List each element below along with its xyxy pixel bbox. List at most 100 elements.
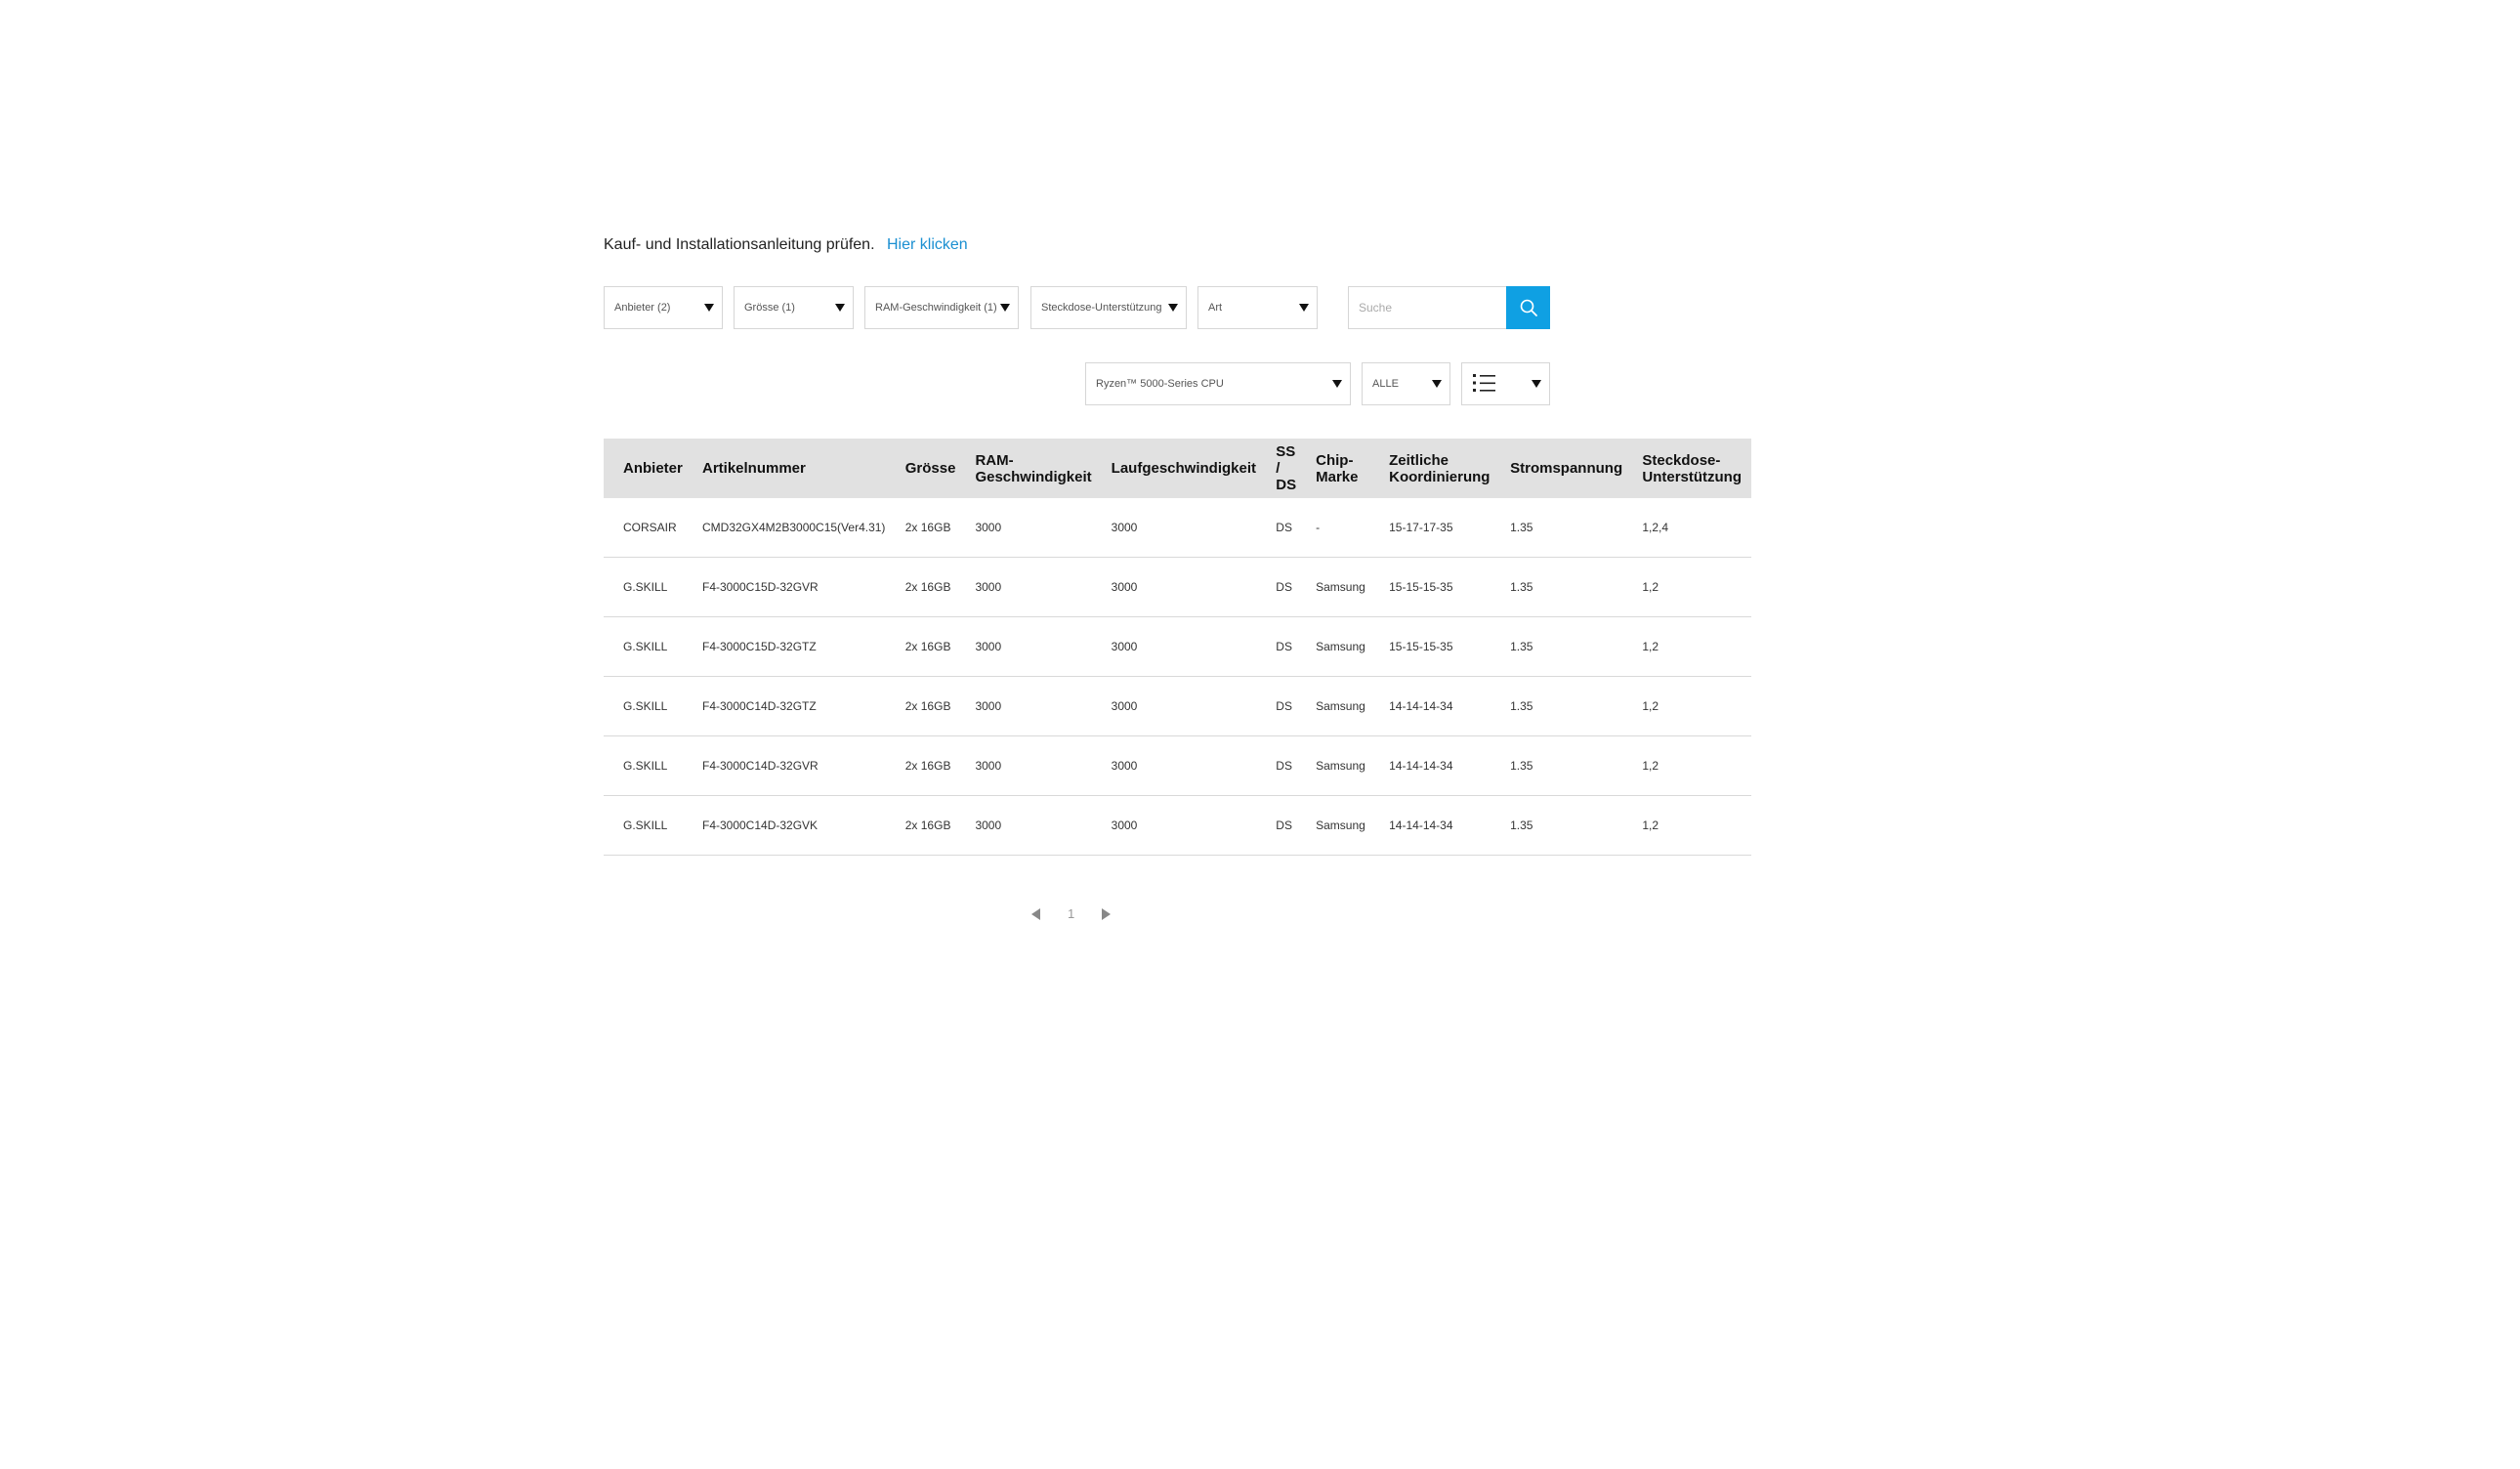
col-ss-ds: SS / DS <box>1276 443 1297 493</box>
scope-label: ALLE <box>1372 378 1399 390</box>
cell-socket-support: 1,2 <box>1632 735 1751 796</box>
table-row: CORSAIR CMD32GX4M2B3000C15(Ver4.31) 2x 16G… <box>604 498 1751 558</box>
pagination: 1 <box>1031 906 1112 921</box>
search-icon <box>1520 299 1537 316</box>
scope-dropdown[interactable]: ALLE <box>1362 362 1450 405</box>
page-number[interactable]: 1 <box>1068 906 1074 921</box>
col-timing: Zeitliche Koordinierung <box>1389 451 1491 485</box>
cell-run-speed: 3000 <box>1101 795 1267 856</box>
cell-size: 2x 16GB <box>895 676 966 736</box>
next-page-icon[interactable] <box>1102 907 1112 920</box>
chevron-down-icon <box>704 304 714 312</box>
cell-ss-ds: DS <box>1266 735 1307 796</box>
cpu-platform-label: Ryzen™ 5000-Series CPU <box>1096 378 1224 390</box>
cell-part-number: F4-3000C14D-32GVK <box>692 795 896 856</box>
cell-timing: 14-14-14-34 <box>1379 795 1501 856</box>
cell-voltage: 1.35 <box>1500 616 1633 677</box>
cell-ss-ds: DS <box>1266 616 1307 677</box>
cell-chip-brand: Samsung <box>1306 616 1380 677</box>
cell-chip-brand: Samsung <box>1306 676 1380 736</box>
chevron-down-icon <box>1432 380 1442 388</box>
chevron-down-icon <box>835 304 845 312</box>
size-filter-dropdown[interactable]: Grösse (1) <box>734 286 854 329</box>
col-run-speed: Laufgeschwindigkeit <box>1111 460 1257 477</box>
ram-speed-filter-dropdown[interactable]: RAM-Geschwindigkeit (1) <box>864 286 1019 329</box>
table-row: G.SKILL F4-3000C15D-32GTZ 2x 16GB 3000 3000 D… <box>604 616 1751 677</box>
list-icon <box>1472 372 1532 397</box>
cpu-platform-dropdown[interactable]: Ryzen™ 5000-Series CPU <box>1085 362 1351 405</box>
cell-ss-ds: DS <box>1266 557 1307 617</box>
cell-vendor: CORSAIR <box>604 498 693 558</box>
cell-ram-speed: 3000 <box>965 616 1102 677</box>
cell-run-speed: 3000 <box>1101 498 1267 558</box>
cell-ss-ds: DS <box>1266 498 1307 558</box>
cell-timing: 15-15-15-35 <box>1379 557 1501 617</box>
chevron-down-icon <box>1000 304 1010 312</box>
type-filter-label: Art <box>1208 302 1223 314</box>
cell-chip-brand: - <box>1306 498 1380 558</box>
chevron-down-icon <box>1332 380 1342 388</box>
cell-timing: 15-15-15-35 <box>1379 616 1501 677</box>
cell-size: 2x 16GB <box>895 557 966 617</box>
cell-ss-ds: DS <box>1266 676 1307 736</box>
cell-voltage: 1.35 <box>1500 676 1633 736</box>
cell-voltage: 1.35 <box>1500 498 1633 558</box>
cell-socket-support: 1,2 <box>1632 557 1751 617</box>
cell-socket-support: 1,2 <box>1632 616 1751 677</box>
cell-vendor: G.SKILL <box>604 676 693 736</box>
compatibility-table: Anbieter Artikelnummer Grösse RAM-Geschw… <box>604 439 1751 856</box>
cell-size: 2x 16GB <box>895 498 966 558</box>
cell-part-number: CMD32GX4M2B3000C15(Ver4.31) <box>692 498 896 558</box>
cell-voltage: 1.35 <box>1500 735 1633 796</box>
cell-part-number: F4-3000C14D-32GVR <box>692 735 896 796</box>
cell-chip-brand: Samsung <box>1306 557 1380 617</box>
cell-voltage: 1.35 <box>1500 557 1633 617</box>
col-part-number: Artikelnummer <box>701 460 806 477</box>
cell-run-speed: 3000 <box>1101 616 1267 677</box>
ram-speed-filter-label: RAM-Geschwindigkeit (1) <box>875 302 997 314</box>
col-size: Grösse <box>904 460 956 477</box>
cell-ram-speed: 3000 <box>965 795 1102 856</box>
cell-timing: 14-14-14-34 <box>1379 735 1501 796</box>
vendor-filter-label: Anbieter (2) <box>614 302 671 314</box>
table-row: G.SKILL F4-3000C14D-32GTZ 2x 16GB 3000 3000 D… <box>604 676 1751 736</box>
search-button[interactable] <box>1506 286 1550 329</box>
cell-socket-support: 1,2 <box>1632 676 1751 736</box>
cell-vendor: G.SKILL <box>604 616 693 677</box>
socket-filter-dropdown[interactable]: Steckdose-Unterstützung <box>1030 286 1187 329</box>
col-voltage: Stromspannung <box>1510 460 1623 477</box>
cell-ram-speed: 3000 <box>965 676 1102 736</box>
guide-link[interactable]: Hier klicken <box>887 236 968 253</box>
guide-line: Kauf- und Installationsanleitung prüfen.… <box>604 236 968 254</box>
cell-vendor: G.SKILL <box>604 735 693 796</box>
cell-part-number: F4-3000C15D-32GTZ <box>692 616 896 677</box>
guide-text: Kauf- und Installationsanleitung prüfen. <box>604 236 875 253</box>
table-row: G.SKILL F4-3000C14D-32GVK 2x 16GB 3000 3000 D… <box>604 795 1751 856</box>
cell-timing: 14-14-14-34 <box>1379 676 1501 736</box>
cell-run-speed: 3000 <box>1101 557 1267 617</box>
view-mode-dropdown[interactable] <box>1461 362 1550 405</box>
cell-chip-brand: Samsung <box>1306 735 1380 796</box>
prev-page-icon[interactable] <box>1031 907 1040 920</box>
cell-chip-brand: Samsung <box>1306 795 1380 856</box>
cell-vendor: G.SKILL <box>604 795 693 856</box>
cell-ram-speed: 3000 <box>965 498 1102 558</box>
table-row: G.SKILL F4-3000C14D-32GVR 2x 16GB 3000 3000 D… <box>604 735 1751 796</box>
cell-ss-ds: DS <box>1266 795 1307 856</box>
search-input[interactable] <box>1348 286 1506 329</box>
cell-vendor: G.SKILL <box>604 557 693 617</box>
col-socket-support: Steckdose-Unterstützung <box>1642 451 1743 485</box>
chevron-down-icon <box>1299 304 1309 312</box>
cell-run-speed: 3000 <box>1101 676 1267 736</box>
vendor-filter-dropdown[interactable]: Anbieter (2) <box>604 286 723 329</box>
cell-timing: 15-17-17-35 <box>1379 498 1501 558</box>
cell-part-number: F4-3000C15D-32GVR <box>692 557 896 617</box>
cell-ram-speed: 3000 <box>965 557 1102 617</box>
cell-socket-support: 1,2 <box>1632 795 1751 856</box>
col-vendor: Anbieter <box>623 460 683 477</box>
col-ram-speed: RAM-Geschwindigkeit <box>975 451 1092 485</box>
cell-size: 2x 16GB <box>895 616 966 677</box>
cell-size: 2x 16GB <box>895 795 966 856</box>
size-filter-label: Grösse (1) <box>744 302 795 314</box>
type-filter-dropdown[interactable]: Art <box>1197 286 1318 329</box>
